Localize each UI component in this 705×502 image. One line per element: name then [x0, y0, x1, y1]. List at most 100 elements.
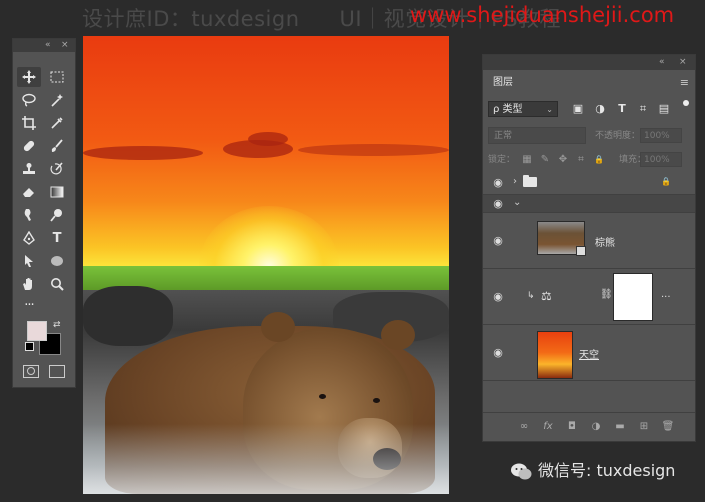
lock-all-icon[interactable]: 🔒 [593, 152, 605, 168]
filter-shape-icon[interactable]: ⌗ [636, 101, 650, 117]
wechat-icon [511, 463, 532, 479]
adjustment-layer-icon[interactable]: ◑ [589, 420, 603, 434]
magic-wand-tool-icon[interactable] [45, 90, 69, 110]
quick-mask-icon[interactable] [23, 365, 39, 378]
layer-thumbnail [537, 331, 573, 379]
search-icon: ρ [493, 104, 500, 115]
tools-panel: « × T ··· ⇄ [12, 38, 76, 388]
fill-input[interactable]: 100% [640, 152, 682, 167]
default-colors-icon[interactable] [25, 342, 34, 351]
new-group-icon[interactable]: ▬ [613, 420, 627, 434]
opacity-input[interactable]: 100% [640, 128, 682, 143]
screen-mode-icon[interactable] [49, 365, 65, 378]
filter-adjustment-icon[interactable]: ◑ [593, 101, 607, 117]
healing-tool-icon[interactable] [17, 136, 41, 156]
chevron-down-icon[interactable]: ⌄ [513, 197, 521, 208]
layers-footer: ∞ fx ◘ ◑ ▬ ⊞ 🗑 [483, 412, 695, 441]
cloud [248, 132, 288, 146]
dodge-tool-icon[interactable] [45, 205, 69, 225]
lock-artboard-icon[interactable]: ⌗ [575, 152, 587, 168]
layer-row-bear[interactable]: ◉ 棕熊 [483, 213, 695, 269]
clipping-arrow-icon: ↳ [527, 291, 535, 301]
filter-kind-label: 类型 [502, 104, 523, 115]
foreground-color-swatch[interactable] [27, 321, 47, 341]
document-canvas[interactable] [83, 36, 449, 494]
eye-icon[interactable]: ◉ [491, 291, 505, 302]
eye-icon[interactable]: ◉ [491, 347, 505, 358]
smart-object-badge-icon [576, 246, 586, 256]
bear-ear [261, 312, 295, 342]
rock [83, 286, 173, 346]
new-layer-icon[interactable]: ⊞ [637, 420, 651, 434]
gradient-tool-icon[interactable] [45, 182, 69, 202]
watermark-url: www.shejiduanshejii.com [410, 3, 675, 27]
wechat-watermark: 微信号: tuxdesign [510, 457, 675, 481]
opacity-label: 不透明度： [595, 131, 641, 141]
bear-eye [373, 398, 380, 403]
layer-group-row[interactable]: ◉ › 🔒 [483, 171, 695, 195]
hand-tool-icon[interactable] [17, 274, 41, 294]
layer-group-expanded-row[interactable]: ◉ ⌄ [483, 195, 695, 213]
filter-kind-select[interactable]: ρ 类型 ⌄ [488, 101, 558, 117]
collapse-icon[interactable]: « [45, 39, 51, 52]
eye-icon[interactable]: ◉ [491, 198, 505, 209]
filter-smart-object-icon[interactable]: ▤ [657, 101, 671, 117]
ellipse-tool-icon[interactable] [45, 251, 69, 271]
layer-row-sky[interactable]: ◉ 天空 [483, 325, 695, 381]
tools-panel-header: « × [13, 39, 75, 52]
close-icon[interactable]: × [61, 39, 69, 52]
link-icon[interactable]: ⛓ [600, 289, 613, 300]
lock-icon: 🔒 [661, 177, 671, 186]
add-mask-icon[interactable]: ◘ [565, 420, 579, 434]
layer-name[interactable]: 天空 [579, 346, 599, 361]
panel-menu-icon[interactable]: ≡ [680, 76, 689, 89]
layer-name[interactable]: 棕熊 [595, 234, 615, 249]
blend-row: 正常 不透明度： 100% [483, 125, 695, 147]
more-tools-icon[interactable]: ··· [17, 295, 41, 315]
pen-tool-icon[interactable] [17, 228, 41, 248]
eyedropper-tool-icon[interactable] [45, 113, 69, 133]
path-select-tool-icon[interactable] [17, 251, 41, 271]
lock-row: 锁定： ▦ ✎ ✥ ⌗ 🔒 填充： 100% [483, 149, 695, 171]
lock-position-icon[interactable]: ✥ [557, 152, 569, 168]
eye-icon[interactable]: ◉ [491, 235, 505, 246]
eye-icon[interactable]: ◉ [491, 177, 505, 188]
close-icon[interactable]: × [679, 55, 687, 70]
water-splash [83, 424, 449, 494]
move-tool-icon[interactable] [17, 67, 41, 87]
swap-colors-icon[interactable]: ⇄ [53, 320, 61, 330]
layers-panel-header: « × [483, 55, 695, 70]
layers-list: ◉ › 🔒 ◉ ⌄ ◉ 棕熊 ◉ ↳ ⚖ ⛓ ... ◉ 天空 [483, 171, 695, 413]
blend-mode-select[interactable]: 正常 [488, 127, 586, 144]
chevron-right-icon[interactable]: › [513, 176, 517, 187]
brush-tool-icon[interactable] [45, 136, 69, 156]
filter-pixel-icon[interactable]: ▣ [571, 101, 585, 117]
bear-eye [319, 394, 326, 399]
fx-icon[interactable]: fx [541, 420, 555, 434]
lock-transparent-icon[interactable]: ▦ [521, 152, 533, 168]
zoom-tool-icon[interactable] [45, 274, 69, 294]
cloud [83, 146, 203, 160]
trash-icon[interactable]: 🗑 [661, 420, 675, 434]
layer-more-icon: ... [661, 289, 671, 300]
layer-mask-thumbnail[interactable] [613, 273, 653, 321]
lasso-tool-icon[interactable] [17, 90, 41, 110]
link-layers-icon[interactable]: ∞ [517, 420, 531, 434]
collapse-icon[interactable]: « [659, 55, 665, 70]
wechat-id-text: 微信号: tuxdesign [538, 461, 676, 480]
filter-type-icon[interactable]: T [615, 101, 629, 117]
watermark-id: 设计庶ID：tuxdesign [82, 7, 300, 31]
tab-layers[interactable]: 图层 [487, 73, 519, 93]
history-brush-tool-icon[interactable] [45, 159, 69, 179]
marquee-tool-icon[interactable] [45, 67, 69, 87]
type-tool-icon[interactable]: T [45, 228, 69, 248]
stamp-tool-icon[interactable] [17, 159, 41, 179]
crop-tool-icon[interactable] [17, 113, 41, 133]
color-balance-icon: ⚖ [541, 289, 552, 303]
layer-row-adjustment[interactable]: ◉ ↳ ⚖ ⛓ ... [483, 269, 695, 325]
cloud [298, 144, 449, 156]
lock-pixels-icon[interactable]: ✎ [539, 152, 551, 168]
smudge-tool-icon[interactable] [17, 205, 41, 225]
filter-toggle[interactable] [683, 100, 689, 106]
eraser-tool-icon[interactable] [17, 182, 41, 202]
